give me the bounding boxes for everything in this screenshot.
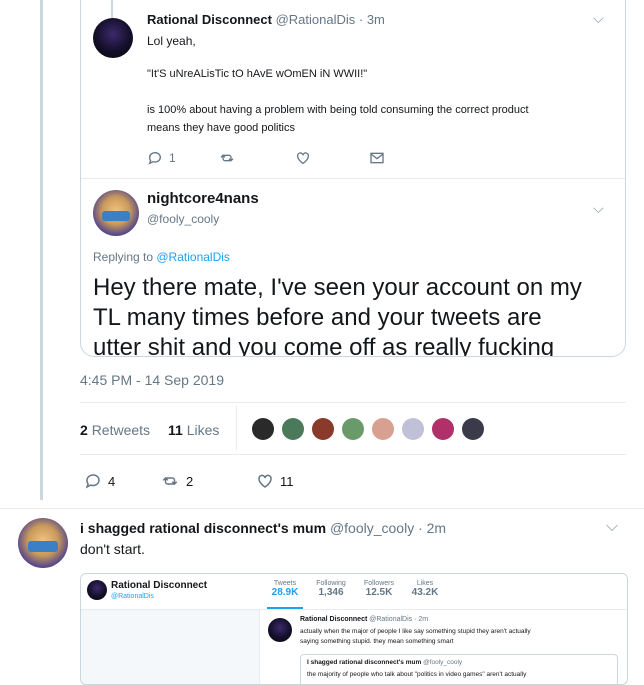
embed-profile-header: Rational Disconnect @RationalDis Tweets 2… [81, 574, 627, 610]
embed-inner-handle: @fooly_cooly [423, 659, 463, 666]
quoted-reply-button[interactable]: 1 [147, 150, 176, 166]
quoted-time: · 3m [358, 12, 385, 27]
quoted-text-line4: means they have good politics [147, 122, 295, 134]
liker-avatar[interactable] [462, 418, 484, 440]
reply-text-line2: TL many times before and your tweets are [93, 304, 542, 331]
embed-tweet-handle: @RationalDis · 2m [369, 616, 429, 623]
embed-inner-line: the majority of people who talk about "p… [307, 671, 527, 678]
reply-text-line3: utter shit and you come off as really fu… [93, 334, 555, 357]
liker-avatar[interactable] [342, 418, 364, 440]
reply-icon [85, 474, 100, 489]
stats-divider [80, 454, 626, 455]
likes-count: 11 [168, 422, 183, 438]
bottom-tweet-text: don't start. [80, 541, 145, 557]
timestamp-divider [80, 402, 626, 403]
embed-tab-underline [267, 607, 303, 609]
likes-label: Likes [186, 422, 220, 438]
heart-icon [258, 474, 272, 488]
embed-stat-value: 28.9K [271, 587, 299, 598]
heart-icon [297, 152, 309, 165]
quoted-like-button[interactable] [295, 150, 311, 166]
stats-separator [236, 406, 237, 450]
embed-inner-name: I shagged rational disconnect's mum [307, 659, 422, 666]
retweet-icon [220, 154, 234, 162]
quoted-retweet-button[interactable] [219, 150, 235, 166]
embed-stat-label: Following [316, 580, 346, 587]
bottom-author-name[interactable]: i shagged rational disconnect's mum [80, 520, 326, 536]
envelope-icon [370, 152, 384, 164]
liker-avatar[interactable] [402, 418, 424, 440]
nightcore4nans-avatar[interactable] [93, 190, 139, 236]
likes-stat[interactable]: 11 Likes [168, 422, 219, 438]
liker-avatar[interactable] [372, 418, 394, 440]
liker-avatar[interactable] [432, 418, 454, 440]
reply-icon [148, 152, 161, 165]
quoted-reply-count: 1 [169, 151, 176, 165]
embed-profile-name: Rational Disconnect [111, 580, 208, 591]
embed-stat-label: Tweets [273, 580, 297, 587]
bottom-author-handle[interactable]: @fooly_cooly [330, 520, 414, 536]
like-count: 11 [280, 473, 294, 489]
replying-to-label: Replying to [93, 250, 157, 264]
quoted-text-line1: Lol yeah, [147, 34, 196, 48]
liker-avatar[interactable] [312, 418, 334, 440]
quoted-author-handle[interactable]: @RationalDis [276, 12, 356, 27]
retweet-icon [162, 476, 178, 486]
bottom-author-avatar[interactable] [18, 518, 68, 568]
embed-tweet-line2: saying something stupid. they mean somet… [300, 638, 454, 645]
reply-author-handle[interactable]: @fooly_cooly [147, 212, 219, 226]
retweets-label: Retweets [91, 422, 151, 438]
embed-stat-following: Following 1,346 [311, 580, 351, 598]
quoted-dm-button[interactable] [369, 150, 385, 166]
embed-tweet-avatar [268, 618, 292, 642]
embed-stat-likes: Likes 43.2K [407, 580, 443, 598]
quoted-text-line2: "It'S uNreALisTic tO hAvE wOmEN iN WWII!… [147, 68, 368, 80]
tweet-divider [0, 508, 644, 509]
quoted-author-name[interactable]: Rational Disconnect [147, 12, 272, 27]
embed-stat-label: Followers [364, 580, 394, 587]
reply-text-line1: Hey there mate, I've seen your account o… [93, 274, 582, 301]
embed-stat-value: 43.2K [411, 587, 439, 598]
replying-to-handle[interactable]: @RationalDis [156, 250, 230, 264]
bottom-time: · 2m [418, 520, 447, 536]
embed-stat-value: 1,346 [318, 587, 344, 598]
quoted-tweet-card[interactable]: Rational Disconnect @RationalDis · 3m ⌵ … [80, 0, 626, 357]
retweet-count: 2 [186, 473, 194, 489]
embed-tweet: Rational Disconnect @RationalDis · 2m ac… [259, 610, 627, 684]
reply-count: 4 [108, 473, 116, 489]
quoted-divider [81, 178, 625, 179]
embed-tweet-name: Rational Disconnect [300, 616, 368, 623]
embed-avatar [87, 580, 107, 600]
retweets-count: 2 [80, 422, 88, 438]
retweets-stat[interactable]: 2 Retweets [80, 422, 150, 438]
liker-avatar[interactable] [282, 418, 304, 440]
liker-avatar[interactable] [252, 418, 274, 440]
inner-thread-line [111, 0, 113, 18]
embed-tweet-line1: actually when the major of people I like… [300, 628, 531, 635]
quoted-text-line3: is 100% about having a problem with bein… [147, 104, 529, 116]
retweet-button[interactable]: 2 [160, 472, 193, 490]
thread-line [40, 0, 43, 500]
embed-stat-tweets: Tweets 28.9K [267, 580, 303, 598]
rational-disconnect-avatar[interactable] [93, 18, 133, 58]
embed-stat-value: 12.5K [365, 587, 393, 598]
chevron-down-icon[interactable]: ⌵ [593, 10, 604, 27]
reply-author-name[interactable]: nightcore4nans [147, 190, 259, 207]
embed-profile-handle: @RationalDis [111, 593, 154, 600]
reply-button[interactable]: 4 [84, 472, 115, 490]
like-button[interactable]: 11 [256, 472, 294, 490]
chevron-down-icon[interactable]: ⌵ [606, 518, 618, 536]
embed-inner-quote: I shagged rational disconnect's mum @foo… [300, 654, 618, 684]
embed-stat-followers: Followers 12.5K [359, 580, 399, 598]
embed-stat-label: Likes [416, 580, 434, 587]
chevron-down-icon[interactable]: ⌵ [593, 200, 604, 217]
embedded-screenshot[interactable]: Rational Disconnect @RationalDis Tweets 2… [80, 573, 628, 685]
tweet-timestamp[interactable]: 4:45 PM - 14 Sep 2019 [80, 372, 224, 388]
